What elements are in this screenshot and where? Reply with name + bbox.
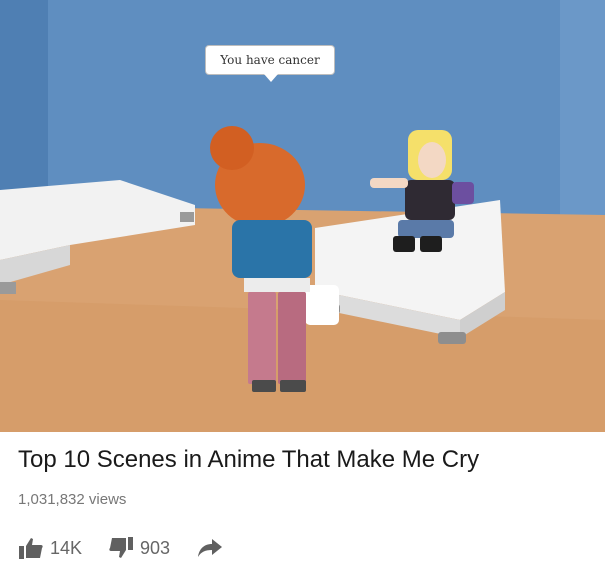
like-count: 14K [50, 537, 83, 558]
video-actions: 14K 903 [18, 534, 256, 562]
video-thumbnail[interactable]: You have cancer [0, 0, 605, 432]
thumbs-down-icon [109, 537, 134, 558]
view-count: 1,031,832 views [18, 491, 127, 508]
dislike-count: 903 [140, 537, 171, 558]
speech-bubble: You have cancer [205, 45, 335, 82]
share-icon [198, 539, 223, 557]
dislike-button[interactable]: 903 [108, 536, 170, 560]
like-button[interactable]: 14K [18, 536, 82, 560]
video-title[interactable]: Top 10 Scenes in Anime That Make Me Cry [18, 446, 479, 474]
thumbs-up-icon [19, 538, 43, 559]
share-button[interactable] [196, 536, 230, 560]
